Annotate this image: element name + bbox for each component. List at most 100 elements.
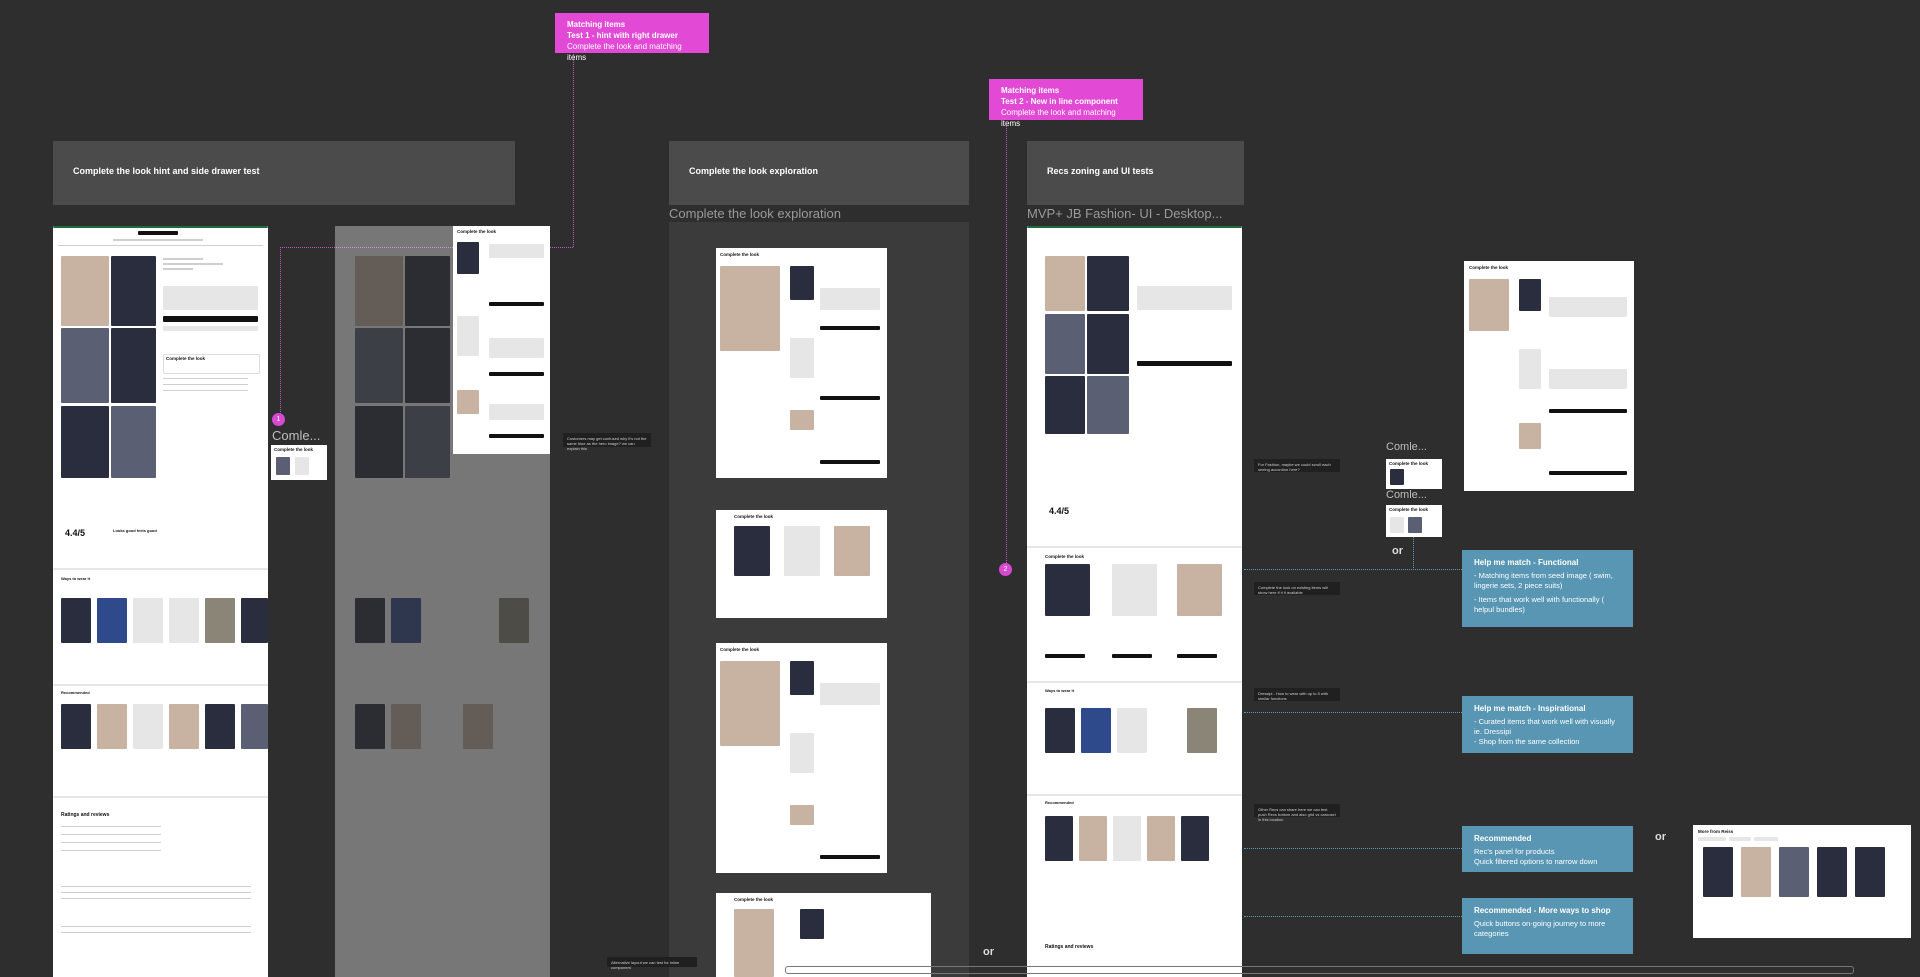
variant-add-button[interactable] bbox=[820, 396, 880, 400]
note-complete[interactable]: Complete the look on existing items will… bbox=[1254, 582, 1340, 595]
drawer-add-button[interactable] bbox=[489, 372, 544, 376]
mvp-product-page[interactable]: 4.4/5 Complete the look Ways to wear it … bbox=[1027, 226, 1242, 977]
wishlist-button[interactable] bbox=[163, 326, 258, 331]
section-exploration[interactable]: Complete the look exploration bbox=[669, 141, 969, 205]
drawer-add-button[interactable] bbox=[489, 434, 544, 438]
drawer-item-image bbox=[1519, 279, 1541, 311]
card-help-match-functional[interactable]: Help me match - Functional - Matching it… bbox=[1462, 550, 1633, 627]
carousel-item[interactable] bbox=[1117, 708, 1147, 753]
product-tile[interactable] bbox=[1817, 847, 1847, 897]
section-hint-drawer[interactable]: Complete the look hint and side drawer t… bbox=[53, 141, 515, 205]
complete-look-variant-row[interactable]: Complete the look bbox=[716, 510, 887, 618]
drawer-add-button[interactable] bbox=[1549, 409, 1627, 413]
frame-label-mvp[interactable]: MVP+ JB Fashion- UI - Desktop... bbox=[1027, 206, 1222, 221]
size-grid[interactable] bbox=[163, 286, 258, 310]
drawer-add-button[interactable] bbox=[1549, 471, 1627, 475]
variant-add-button[interactable] bbox=[820, 460, 880, 464]
rec-item[interactable] bbox=[1079, 816, 1107, 861]
variant-item-image bbox=[790, 805, 814, 825]
frame-label-exploration[interactable]: Complete the look exploration bbox=[669, 206, 841, 221]
connector-line bbox=[1006, 121, 1007, 571]
carousel-item[interactable] bbox=[133, 598, 163, 643]
card-help-match-inspirational[interactable]: Help me match - Inspirational - Curated … bbox=[1462, 696, 1633, 753]
inline-item-image[interactable] bbox=[1112, 564, 1157, 616]
sticky-title: Matching items bbox=[567, 20, 626, 29]
card-recommended[interactable]: Recommended Rec's panel for products Qui… bbox=[1462, 826, 1633, 872]
rec-item[interactable] bbox=[1045, 816, 1073, 861]
carousel-item[interactable] bbox=[1187, 708, 1217, 753]
rec-item[interactable] bbox=[205, 704, 235, 749]
carousel-item[interactable] bbox=[97, 598, 127, 643]
variant-add-button[interactable] bbox=[820, 326, 880, 330]
product-tile[interactable] bbox=[1855, 847, 1885, 897]
connector-line bbox=[1244, 712, 1462, 713]
note-drawer[interactable]: Customers may get confused why it's not … bbox=[563, 433, 651, 451]
inline-item-image[interactable] bbox=[1045, 564, 1090, 616]
note-dressipi[interactable]: Dressipi - How to wear with up to 5 with… bbox=[1254, 688, 1340, 701]
rec-item[interactable] bbox=[241, 704, 268, 749]
variant-item-image bbox=[734, 526, 770, 576]
rec-item[interactable] bbox=[97, 704, 127, 749]
complete-look-hint-card[interactable]: Complete the look bbox=[271, 445, 327, 480]
hint-card-title: Complete the look bbox=[274, 447, 314, 452]
rec-item[interactable] bbox=[1147, 816, 1175, 861]
drawer-add-button[interactable] bbox=[489, 302, 544, 306]
divider bbox=[53, 684, 268, 686]
more-from-brand-card[interactable]: More from Reiss bbox=[1693, 825, 1911, 938]
complete-look-variant[interactable]: Complete the look bbox=[716, 643, 887, 873]
inline-add-button[interactable] bbox=[1112, 654, 1152, 658]
carousel-item[interactable] bbox=[61, 598, 91, 643]
add-to-basket-button[interactable] bbox=[163, 316, 258, 322]
card-more-ways-to-shop[interactable]: Recommended - More ways to shop Quick bu… bbox=[1462, 898, 1633, 954]
note-fashion[interactable]: For Fashion, maybe we could scroll each … bbox=[1254, 459, 1340, 472]
complete-look-drawer-large[interactable]: Complete the look bbox=[1464, 261, 1634, 491]
product-image bbox=[405, 328, 450, 403]
section-title: Complete the look hint and side drawer t… bbox=[73, 166, 260, 176]
complete-look-hint-card[interactable]: Complete the look bbox=[1386, 505, 1442, 537]
carousel-item[interactable] bbox=[1081, 708, 1111, 753]
complete-look-drawer[interactable]: Complete the look bbox=[453, 226, 550, 454]
product-image bbox=[1087, 256, 1129, 311]
add-to-basket-button[interactable] bbox=[1137, 361, 1232, 366]
size-grid[interactable] bbox=[1137, 286, 1232, 310]
complete-look-hint[interactable]: Complete the look bbox=[163, 354, 260, 374]
inline-add-button[interactable] bbox=[1045, 654, 1085, 658]
inline-complete-look-title: Complete the look bbox=[1045, 554, 1085, 559]
carousel-item[interactable] bbox=[205, 598, 235, 643]
rec-item[interactable] bbox=[169, 704, 199, 749]
search-bar bbox=[113, 239, 203, 241]
carousel-item[interactable] bbox=[241, 598, 268, 643]
rec-item[interactable] bbox=[1113, 816, 1141, 861]
rec-item[interactable] bbox=[133, 704, 163, 749]
text-line bbox=[61, 926, 251, 927]
section-recs-zoning[interactable]: Recs zoning and UI tests bbox=[1027, 141, 1244, 205]
hint-image bbox=[1390, 469, 1404, 485]
ratings-heading: Ratings and reviews bbox=[1045, 944, 1094, 950]
variant-add-button[interactable] bbox=[820, 855, 880, 859]
text-line bbox=[61, 886, 251, 887]
complete-look-variant[interactable]: Complete the look bbox=[716, 893, 931, 977]
rec-item[interactable] bbox=[61, 704, 91, 749]
inline-add-button[interactable] bbox=[1177, 654, 1217, 658]
product-tile[interactable] bbox=[1779, 847, 1809, 897]
filter-chip[interactable] bbox=[1729, 837, 1751, 841]
product-page-mockup[interactable]: Complete the look 4.4/5 Looks good feels… bbox=[53, 226, 268, 977]
carousel-item[interactable] bbox=[1045, 708, 1075, 753]
product-tile[interactable] bbox=[1703, 847, 1733, 897]
note-alt-layout[interactable]: Alternative layout we can test for inlin… bbox=[607, 957, 697, 970]
carousel-item[interactable] bbox=[169, 598, 199, 643]
rating-score: 4.4/5 bbox=[1049, 506, 1070, 516]
annotation-pin[interactable]: 1 bbox=[272, 413, 285, 426]
sticky-matching-items-test1[interactable]: Matching items Test 1 - hint with right … bbox=[555, 13, 709, 62]
note-other[interactable]: Other Recs can share here we can test pu… bbox=[1254, 804, 1340, 822]
annotation-pin[interactable]: 2 bbox=[999, 563, 1012, 576]
rec-item[interactable] bbox=[1181, 816, 1209, 861]
product-tile[interactable] bbox=[1741, 847, 1771, 897]
filter-chip[interactable] bbox=[1698, 837, 1726, 841]
inline-item-image[interactable] bbox=[1177, 564, 1222, 616]
horizontal-scrollbar[interactable] bbox=[785, 966, 1854, 974]
complete-look-hint-card[interactable]: Complete the look bbox=[1386, 459, 1442, 489]
sticky-matching-items-test2[interactable]: Matching items Test 2 - New in line comp… bbox=[989, 79, 1143, 128]
filter-chip[interactable] bbox=[1754, 837, 1778, 841]
complete-look-variant[interactable]: Complete the look bbox=[716, 248, 887, 478]
